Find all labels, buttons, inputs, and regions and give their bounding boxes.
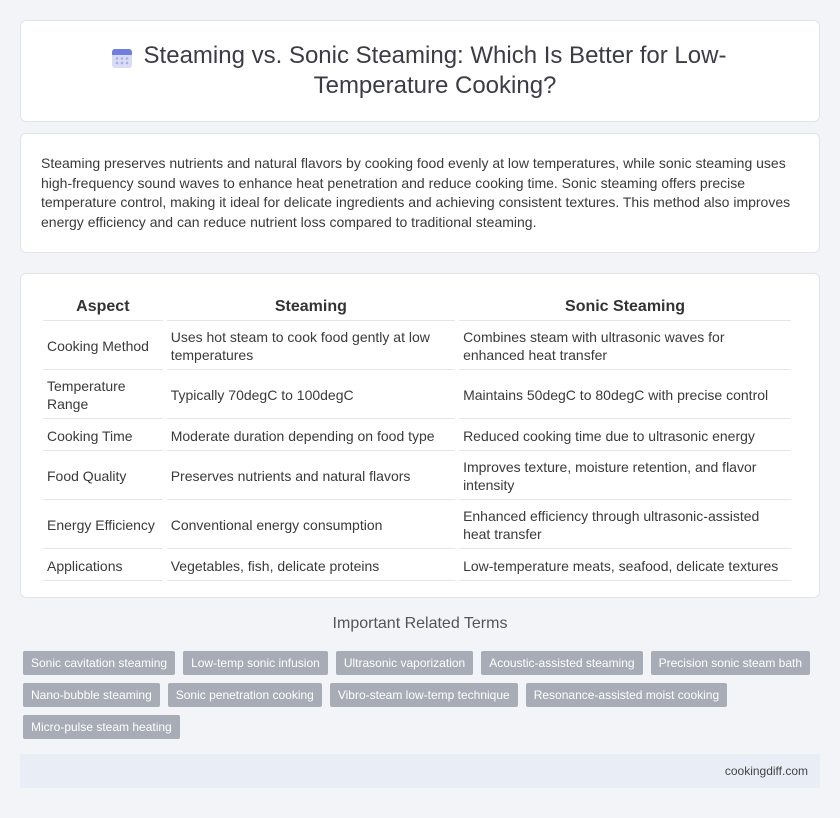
table-cell: Food Quality	[43, 453, 163, 500]
footer-site[interactable]: cookingdiff.com	[725, 764, 808, 778]
table-cell: Cooking Time	[43, 421, 163, 451]
table-row: Cooking Time Moderate duration depending…	[43, 421, 791, 451]
table-cell: Preserves nutrients and natural flavors	[166, 453, 456, 500]
intro-text: Steaming preserves nutrients and natural…	[41, 155, 791, 230]
table-cell: Improves texture, moisture retention, an…	[459, 453, 791, 500]
header-card: Steaming vs. Sonic Steaming: Which Is Be…	[20, 20, 820, 122]
table-cell: Vegetables, fish, delicate proteins	[166, 551, 456, 581]
column-header: Sonic Steaming	[459, 294, 791, 321]
footer: cookingdiff.com	[20, 754, 820, 788]
table-cell: Combines steam with ultrasonic waves for…	[459, 323, 791, 370]
related-tag[interactable]: Resonance-assisted moist cooking	[525, 683, 728, 707]
table-row: Applications Vegetables, fish, delicate …	[43, 551, 791, 581]
related-tags: Sonic cavitation steaming Low-temp sonic…	[23, 651, 823, 739]
table-cell: Maintains 50degC to 80degC with precise …	[459, 372, 791, 419]
related-tag[interactable]: Nano-bubble steaming	[23, 683, 160, 707]
table-row: Cooking Method Uses hot steam to cook fo…	[43, 323, 791, 370]
table-cell: Temperature Range	[43, 372, 163, 419]
related-tag[interactable]: Sonic penetration cooking	[167, 683, 322, 707]
table-cell: Applications	[43, 551, 163, 581]
related-terms-section: Important Related Terms	[20, 615, 820, 633]
related-tag[interactable]: Sonic cavitation steaming	[23, 651, 176, 675]
related-tag[interactable]: Acoustic-assisted steaming	[481, 651, 643, 675]
related-tag[interactable]: Ultrasonic vaporization	[335, 651, 474, 675]
table-cell: Conventional energy consumption	[166, 502, 456, 549]
table-cell: Reduced cooking time due to ultrasonic e…	[459, 421, 791, 451]
related-tag[interactable]: Precision sonic steam bath	[650, 651, 811, 675]
table-cell: Enhanced efficiency through ultrasonic-a…	[459, 502, 791, 549]
comparison-card: Aspect Steaming Sonic Steaming Cooking M…	[20, 273, 820, 598]
table-row: Energy Efficiency Conventional energy co…	[43, 502, 791, 549]
intro-card: Steaming preserves nutrients and natural…	[20, 133, 820, 253]
column-header: Steaming	[166, 294, 456, 321]
table-cell: Typically 70degC to 100degC	[166, 372, 456, 419]
table-cell: Moderate duration depending on food type	[166, 421, 456, 451]
related-tag[interactable]: Micro-pulse steam heating	[23, 715, 180, 739]
table-row: Temperature Range Typically 70degC to 10…	[43, 372, 791, 419]
column-header: Aspect	[43, 294, 163, 321]
table-cell: Energy Efficiency	[43, 502, 163, 549]
table-cell: Cooking Method	[43, 323, 163, 370]
related-tag[interactable]: Vibro-steam low-temp technique	[329, 683, 518, 707]
comparison-table: Aspect Steaming Sonic Steaming Cooking M…	[39, 292, 795, 583]
table-cell: Low-temperature meats, seafood, delicate…	[459, 551, 791, 581]
related-terms-title: Important Related Terms	[332, 615, 508, 632]
table-row: Food Quality Preserves nutrients and nat…	[43, 453, 791, 500]
table-cell: Uses hot steam to cook food gently at lo…	[166, 323, 456, 370]
page-title: Steaming vs. Sonic Steaming: Which Is Be…	[143, 42, 727, 99]
table-header-row: Aspect Steaming Sonic Steaming	[43, 294, 791, 321]
related-tag[interactable]: Low-temp sonic infusion	[183, 651, 328, 675]
